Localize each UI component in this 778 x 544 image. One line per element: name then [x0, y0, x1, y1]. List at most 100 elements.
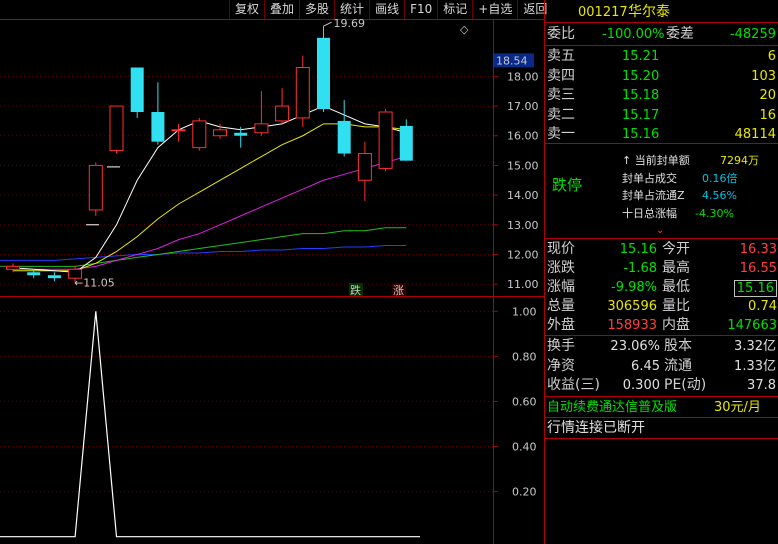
sell-price: 15.17: [622, 107, 660, 123]
price-tick-label: 18.00: [507, 70, 539, 83]
sell-order-row: 卖五 15.21 6: [544, 47, 778, 66]
ad-price: 30元/月: [714, 400, 761, 415]
sell-volume: 103: [751, 68, 776, 84]
marker-down: 跌: [350, 283, 361, 297]
limit-item-value: -4.30%: [695, 206, 734, 220]
indicator-line: [0, 311, 420, 538]
quote-value: 306596: [607, 299, 657, 314]
sell-price: 15.20: [622, 68, 660, 84]
price-tick-label: 16.00: [507, 130, 539, 143]
candle-body: [357, 153, 372, 181]
quote-row: 现价 15.16 今开 16.33: [544, 240, 778, 259]
sell-order-row: 卖二 15.17 16: [544, 106, 778, 125]
stock-code: 001217: [578, 5, 628, 20]
quote-label: 外盘: [547, 317, 575, 333]
price-tick-label: 11.00: [507, 278, 539, 291]
current-price-label: 18.54: [496, 54, 528, 67]
ad-text: 自动续费通达信普及版: [547, 400, 678, 415]
connection-status: 行情连接已断开: [544, 419, 778, 438]
fund-value: 6.45: [631, 358, 660, 374]
candle-body: [234, 132, 248, 136]
low-arrow-label: ←11.05: [74, 277, 115, 290]
sell-volume: 6: [767, 49, 776, 64]
quote-row: 涨跌 -1.68 最高 16.55: [544, 259, 778, 278]
quote-row: 外盘 158933 内盘 147663: [544, 316, 778, 335]
weibi-row: 委比 -100.00% 委差 -48259: [544, 25, 778, 44]
fund-value: 23.06%: [610, 339, 660, 354]
candle-body: [171, 129, 186, 132]
quote-row: 涨幅 -9.98% 最低 15.16: [544, 278, 778, 297]
quote-value: 15.16: [733, 280, 777, 297]
limit-item-value: 0.16倍: [702, 171, 738, 185]
limit-item-label: 封单占流通Z: [622, 189, 685, 202]
quote-value: 147663: [727, 318, 777, 333]
candle-body: [275, 105, 290, 122]
quote-label: 内盘: [662, 317, 690, 333]
indicator-tick-label: 0.40: [512, 441, 537, 454]
fund-value: 37.8: [747, 378, 776, 393]
candle-body: [213, 129, 227, 137]
quote-label: 涨跌: [547, 260, 575, 276]
weicha-value: -48259: [729, 27, 776, 42]
candle-body: [109, 105, 124, 152]
quote-value: 15.16: [619, 242, 657, 257]
indicator-tick-label: 0.20: [512, 486, 537, 499]
sell-order-row: 卖四 15.20 103: [544, 67, 778, 86]
fund-label: 净资: [547, 357, 575, 374]
candle-body: [399, 125, 413, 161]
high-marker: [323, 21, 332, 27]
indicator-tick-label: 1.00: [512, 305, 537, 318]
sell-volume: 48114: [734, 127, 776, 142]
limit-item-label: ↑ 当前封单额: [622, 154, 690, 167]
connection-status-text: 行情连接已断开: [547, 420, 645, 436]
quote-value: -1.68: [623, 261, 657, 276]
stock-header: 001217 华尔泰: [544, 3, 778, 22]
sell-label: 卖三: [547, 87, 575, 103]
indicator-tick-label: 0.60: [512, 395, 537, 408]
sell-label: 卖一: [547, 126, 575, 142]
fund-label: 换手: [547, 338, 575, 354]
quote-row: 总量 306596 量比 0.74: [544, 297, 778, 316]
sell-label: 卖二: [547, 106, 575, 123]
sell-order-row: 卖一 15.16 48114: [544, 125, 778, 144]
limit-item: 封单占流通Z 4.56%: [544, 186, 778, 205]
candle-body: [317, 37, 330, 110]
sell-volume: 20: [759, 88, 776, 103]
candle-body: [6, 265, 20, 270]
candle-body: [254, 123, 269, 134]
quote-value: 16.55: [739, 261, 777, 276]
limit-item: 十日总涨幅 -4.30%: [544, 204, 778, 223]
quote-label: 现价: [547, 241, 575, 257]
sell-order-row: 卖三 15.18 20: [544, 86, 778, 105]
candle-body: [130, 67, 144, 112]
limit-item-label: 封单占成交: [622, 171, 677, 185]
quote-value: 16.33: [739, 242, 777, 257]
fundamental-row: 换手 23.06% 股本 3.32亿: [544, 337, 778, 356]
candle-body: [27, 272, 41, 276]
fundamental-row: 收益(三) 0.300 PE(动) 37.8: [544, 376, 778, 395]
weibi-value: -100.00%: [602, 27, 665, 42]
limit-item-value: 7294万: [720, 154, 759, 167]
ad-banner[interactable]: 自动续费通达信普及版 30元/月: [544, 398, 778, 417]
chevron-down-icon[interactable]: ⌄: [656, 225, 664, 236]
price-tick-label: 14.00: [507, 189, 539, 202]
candle-body: [151, 112, 165, 142]
quote-label: 量比: [662, 298, 690, 314]
price-tick-label: 17.00: [507, 100, 539, 113]
fund-value: 0.300: [622, 378, 660, 393]
quote-label: 今开: [662, 241, 690, 257]
quote-label: 涨幅: [547, 279, 575, 295]
marker-up: 涨: [393, 284, 404, 297]
sell-price: 15.16: [622, 127, 660, 142]
quote-label: 总量: [547, 298, 575, 314]
diamond-icon: ◇: [460, 23, 469, 36]
sell-label: 卖五: [547, 48, 575, 64]
limit-item-label: 十日总涨幅: [622, 206, 677, 220]
fund-value: 3.32亿: [734, 339, 776, 354]
sell-volume: 16: [759, 107, 776, 123]
sell-price: 15.21: [622, 49, 660, 64]
limit-item-value: 4.56%: [702, 189, 737, 202]
quote-value: -9.98%: [611, 280, 657, 295]
candle-body: [295, 66, 310, 119]
kline-chart[interactable]: 18.00 17.00 16.00 15.00 14.00 13.00 12.00 11.00…: [0, 0, 544, 544]
